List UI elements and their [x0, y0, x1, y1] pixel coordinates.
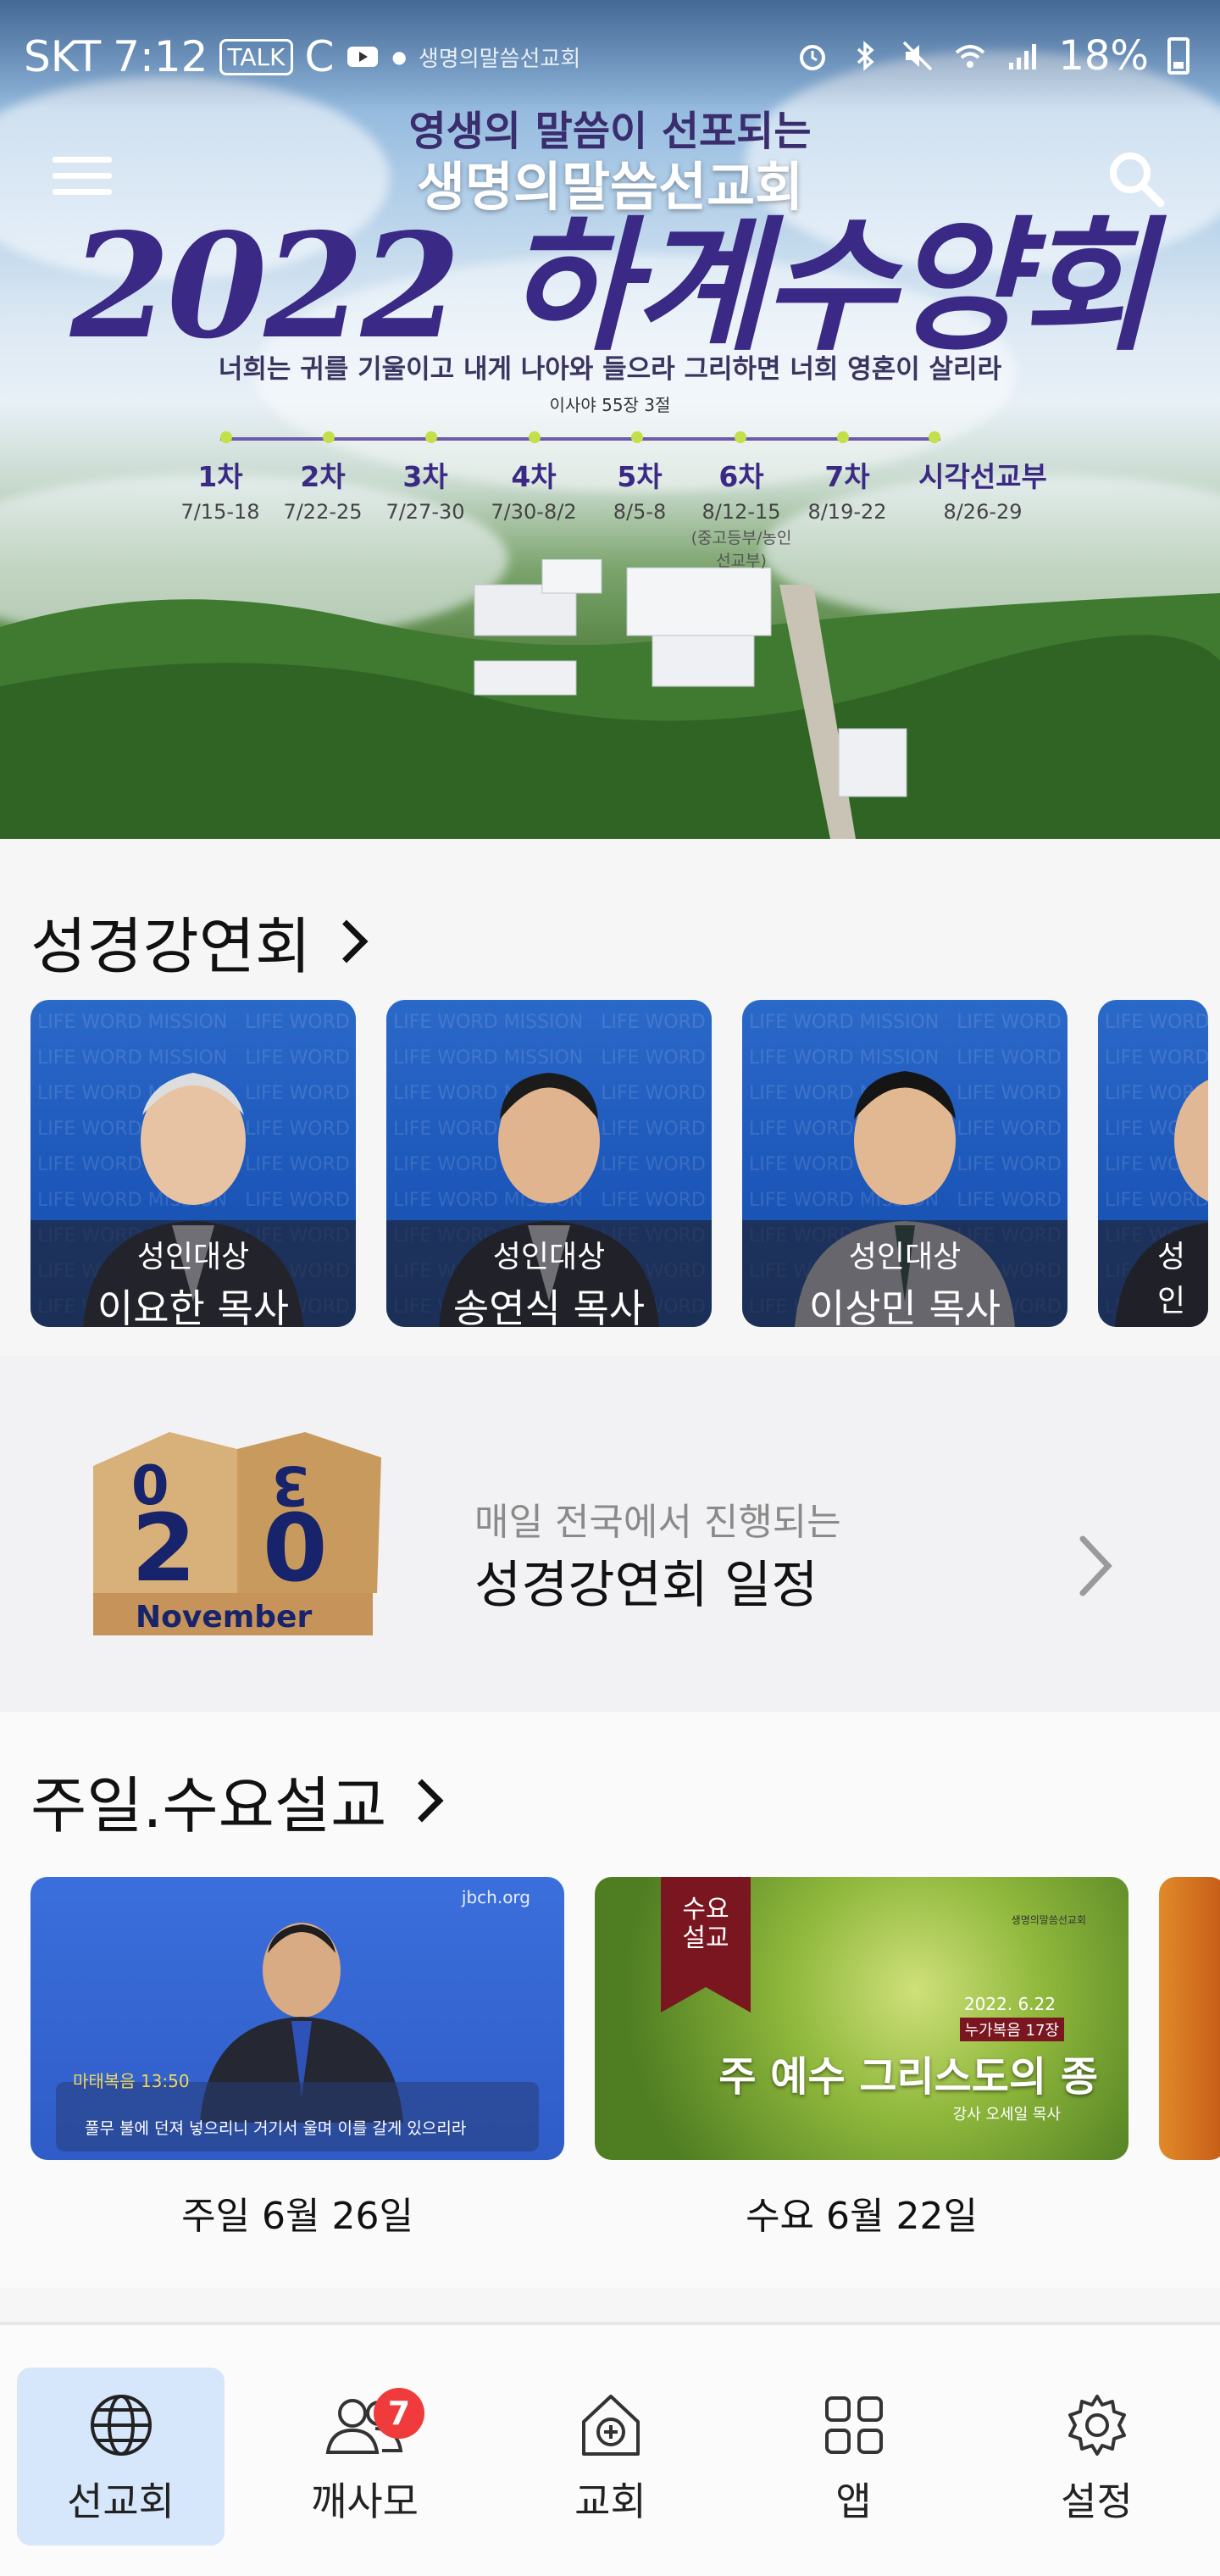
alarm-icon: [800, 45, 826, 70]
campus-hills-image: [0, 559, 1220, 839]
notif-app-name: 생명의말씀선교회: [418, 46, 581, 72]
nav-label: 앱: [835, 2479, 872, 2524]
nav-item-mission[interactable]: 선교회: [17, 2368, 225, 2545]
bluetooth-icon: [857, 41, 874, 71]
timeline-item: 7차 8/19-22: [807, 460, 887, 524]
schedule-timeline: [220, 431, 940, 443]
hero-banner[interactable]: SKT 7:12 TALK C ● 생명의말씀선교회 18% 영생의 말씀이 선…: [0, 0, 1220, 839]
video-thumbnail: 수요설교 생명의말씀선교회 2022. 6.22 누가복음 17장 주 예수 그…: [595, 1877, 1128, 2160]
lecture-audience: 성인대상: [136, 1240, 250, 1274]
video-thumbnail: jbch.org 마태복음 13:50 풀무 불에 던져 넣으리니 거기서 울며…: [30, 1877, 564, 2160]
globe-icon: [90, 2395, 152, 2456]
lecture-section-header[interactable]: 성경강연회: [30, 897, 369, 985]
video-thumbnail: [1159, 1877, 1220, 2160]
lecture-speaker: 송연식 목사: [452, 1285, 646, 1327]
lecture-speaker: 이요한 목사: [97, 1285, 290, 1327]
calendar-digit: 0: [263, 1494, 328, 1602]
timeline-item: 시각선교부 8/26-29: [918, 460, 1047, 524]
banner-verse: 너희는 귀를 기울이고 내게 나아와 들으라 그리하면 너희 영혼이 살리라: [218, 354, 1002, 385]
thumb-verse-ref: 마태복음 13:50: [73, 2071, 190, 2091]
schedule-subtitle: 매일 전국에서 진행되는: [474, 1501, 841, 1544]
timeline-item: 6차 8/12-15 (중고등부/농인선교부): [690, 460, 792, 570]
nav-item-community[interactable]: 7 깨사모: [261, 2368, 469, 2545]
status-bar: SKT 7:12 TALK C ● 생명의말씀선교회 18%: [0, 0, 1220, 110]
gear-icon: [1068, 2395, 1126, 2456]
timeline-item: 4차 7/30-8/2: [491, 460, 577, 524]
nav-label: 선교회: [67, 2479, 175, 2524]
calendar-blocks-image: 0 3 2 0 November: [93, 1432, 381, 1635]
thumb-speaker: 강사 오세일 목사: [952, 2106, 1061, 2124]
search-icon[interactable]: [1103, 146, 1171, 214]
carrier-label: SKT: [24, 32, 102, 81]
nav-label: 깨사모: [311, 2479, 419, 2524]
video-caption: 수요 6월 22일: [746, 2195, 978, 2238]
banner-verse-ref: 이사야 55장 3절: [549, 395, 671, 415]
thumb-site: jbch.org: [461, 1887, 530, 1907]
nav-label: 교회: [574, 2479, 646, 2524]
lecture-speaker: 이상민 목사: [808, 1285, 1001, 1327]
clock: 7:12: [113, 32, 208, 81]
thumb-subtitle: 풀무 불에 던져 넣으리니 거기서 울며 이를 갈게 있으리라: [85, 2119, 467, 2138]
lecture-audience: 성인대상: [492, 1240, 606, 1274]
kakaotalk-icon: TALK: [219, 38, 293, 75]
nav-item-church[interactable]: 교회: [507, 2368, 714, 2545]
sermon-video-item[interactable]: jbch.org 마태복음 13:50 풀무 불에 던져 넣으리니 거기서 울며…: [30, 1877, 564, 2240]
thumb-ribbon: 수요설교: [682, 1895, 729, 1953]
nav-item-settings[interactable]: 설정: [993, 2368, 1201, 2545]
timeline-item: 2차 7/22-25: [283, 460, 363, 524]
church-icon: [581, 2395, 640, 2456]
notification-badge: 7: [374, 2388, 424, 2439]
bottom-navigation: 선교회 7 깨사모 교회 앱 설정: [0, 2322, 1220, 2576]
calendar-digit: 2: [131, 1494, 197, 1602]
thumb-logo: 생명의말씀선교회: [1011, 1914, 1086, 1926]
thumb-date: 2022. 6.22: [963, 1994, 1056, 2014]
mute-icon: [903, 41, 933, 71]
sermon-carousel[interactable]: jbch.org 마태복음 13:50 풀무 불에 던져 넣으리니 거기서 울며…: [30, 1877, 1220, 2240]
timeline-item: 5차 8/5-8: [613, 460, 667, 524]
lecture-card[interactable]: LIFE WORD MISSION LIFE WORD MISSION LIFE…: [386, 1000, 712, 1327]
thumb-verse-ref: 누가복음 17장: [959, 2018, 1064, 2041]
section-title: 성경강연회: [30, 911, 312, 982]
sermon-section-header[interactable]: 주일.수요설교: [30, 1756, 444, 1845]
chevron-right-icon: [400, 1779, 444, 1822]
youtube-icon: [347, 47, 379, 67]
c-app-icon: C: [304, 32, 335, 81]
lecture-schedule-banner[interactable]: 0 3 2 0 November 매일 전국에서 진행되는 성경강연회 일정: [0, 1356, 1220, 1712]
calendar-month: November: [136, 1600, 312, 1635]
chevron-right-icon[interactable]: [1074, 1532, 1117, 1600]
lecture-card[interactable]: LIFE WORD MISSION LIFE WORD MISSION LIFE…: [1098, 1000, 1208, 1327]
hamburger-menu-icon[interactable]: [53, 157, 112, 199]
timeline-item: 1차 7/15-18: [180, 460, 260, 524]
lecture-card[interactable]: LIFE WORD MISSION LIFE WORD MISSION LIFE…: [742, 1000, 1068, 1327]
video-caption: 주일 6월 26일: [181, 2195, 413, 2238]
lecture-audience: 성인대상: [848, 1240, 962, 1274]
apps-grid-icon: [824, 2396, 883, 2454]
thumb-sermon-title: 주 예수 그리스도의 종: [718, 2053, 1098, 2101]
lecture-audience: 성인대상: [1157, 1240, 1186, 1319]
battery-icon: [1167, 37, 1190, 75]
section-title: 주일.수요설교: [30, 1770, 387, 1841]
lecture-card[interactable]: LIFE WORD MISSION LIFE WORD MISSION LIFE…: [30, 1000, 356, 1327]
battery-percent: 18%: [1058, 32, 1149, 80]
nav-item-apps[interactable]: 앱: [750, 2368, 957, 2545]
nav-label: 설정: [1061, 2479, 1133, 2524]
signal-icon: [1009, 44, 1037, 69]
chevron-right-icon: [324, 919, 369, 963]
sermon-video-item[interactable]: 수요설교 생명의말씀선교회 2022. 6.22 누가복음 17장 주 예수 그…: [595, 1877, 1128, 2240]
app-title: 생명의말씀선교회: [416, 156, 804, 218]
lecture-carousel[interactable]: LIFE WORD MISSION LIFE WORD MISSION LIFE…: [30, 1000, 1208, 1327]
sermon-video-item[interactable]: [1159, 1877, 1220, 2240]
schedule-title: 성경강연회 일정: [474, 1556, 818, 1615]
wifi-icon: [955, 45, 985, 68]
timeline-item: 3차 7/27-30: [385, 460, 465, 524]
